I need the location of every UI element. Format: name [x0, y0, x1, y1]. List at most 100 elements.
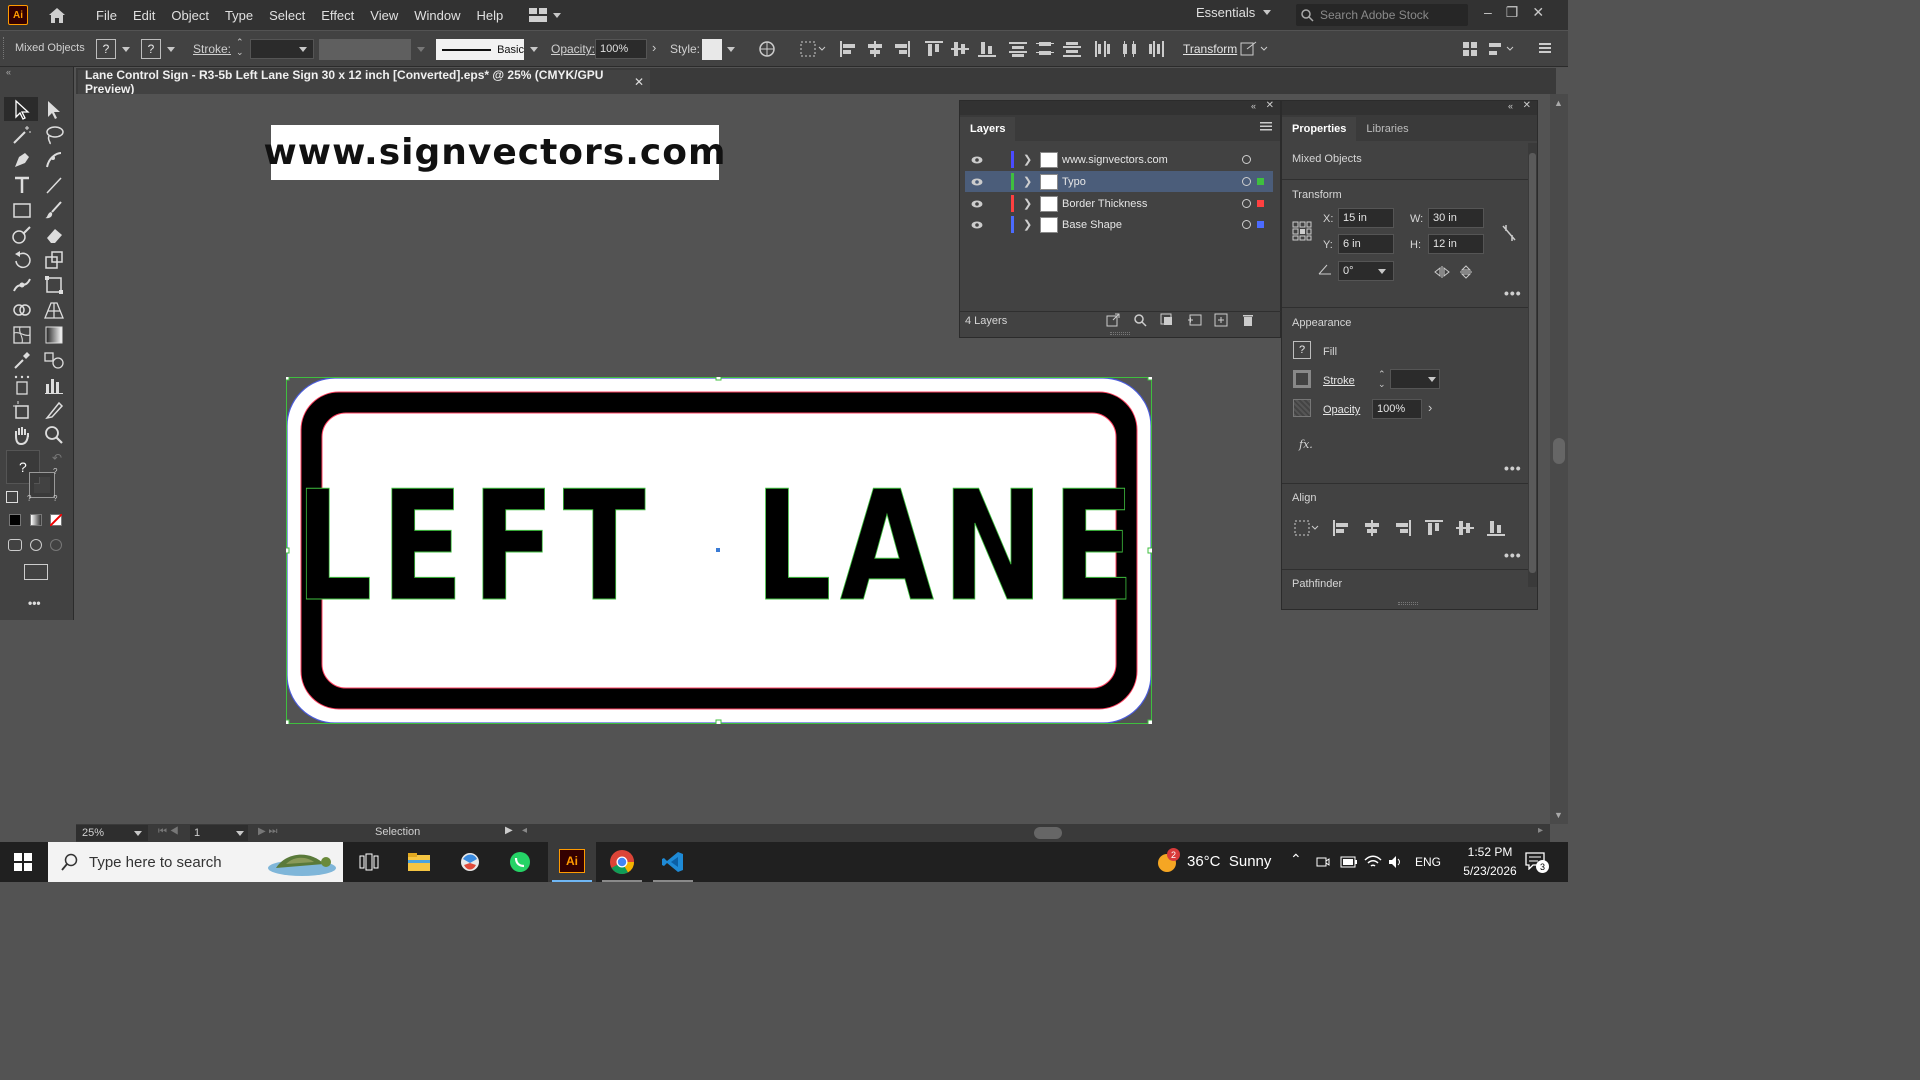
expand-chevron-icon[interactable]: ❯: [1023, 153, 1032, 166]
edit-toolbar-more[interactable]: •••: [28, 596, 41, 610]
align-left-icon[interactable]: [1331, 519, 1351, 537]
resize-grip[interactable]: [1110, 332, 1130, 335]
x-field[interactable]: 15 in: [1338, 208, 1394, 228]
color-mode-icon[interactable]: [9, 514, 21, 526]
vertical-align-top-icon[interactable]: [924, 40, 944, 58]
target-circle-icon[interactable]: [1242, 199, 1251, 208]
visibility-eye-icon[interactable]: [971, 221, 983, 229]
align-top-icon[interactable]: [1424, 519, 1444, 537]
arrange-documents-button[interactable]: [529, 8, 562, 22]
arrange-icon[interactable]: [1462, 41, 1478, 57]
tab-properties[interactable]: Properties: [1282, 117, 1357, 141]
stroke-label[interactable]: Stroke:: [193, 42, 231, 56]
windows-start-icon[interactable]: [14, 853, 32, 871]
y-field[interactable]: 6 in: [1338, 234, 1394, 254]
recolor-artwork-icon[interactable]: [758, 40, 776, 58]
visibility-eye-icon[interactable]: [971, 156, 983, 164]
selection-indicator[interactable]: [1257, 178, 1264, 185]
scroll-right-icon[interactable]: ▸: [1538, 825, 1543, 836]
chevron-down-icon[interactable]: [1378, 269, 1386, 274]
align-bottom-icon[interactable]: [1486, 519, 1506, 537]
collapse-panel-icon[interactable]: «: [1508, 101, 1513, 111]
h-field[interactable]: 12 in: [1428, 234, 1484, 254]
shape-builder-tool-icon[interactable]: [11, 299, 33, 321]
horizontal-align-right-icon[interactable]: [892, 40, 912, 58]
constrain-proportions-icon[interactable]: [1500, 223, 1518, 243]
align-to-icon[interactable]: [1294, 520, 1320, 536]
whatsapp-icon[interactable]: [506, 848, 534, 876]
none-mode-icon[interactable]: [50, 514, 62, 526]
selection-tool-icon[interactable]: [11, 99, 33, 121]
opacity-label[interactable]: Opacity: [1323, 404, 1360, 416]
vertical-scrollbar[interactable]: ▲ ▼: [1550, 94, 1568, 824]
home-icon[interactable]: [46, 4, 68, 26]
horizontal-align-left-icon[interactable]: [838, 40, 858, 58]
sign-artwork[interactable]: LEFT LANE: [286, 377, 1152, 724]
variable-width-profile[interactable]: [319, 39, 411, 60]
layer-row[interactable]: ❯ Border Thickness: [965, 193, 1273, 214]
task-view-icon[interactable]: [355, 848, 383, 876]
scrollbar-thumb[interactable]: [1529, 153, 1536, 573]
workspace-switcher[interactable]: Essentials: [1196, 5, 1272, 20]
panel-menu-icon[interactable]: [1260, 121, 1272, 131]
default-fill-stroke-icon[interactable]: [6, 491, 18, 503]
chevron-down-icon[interactable]: [727, 47, 735, 52]
gradient-mode-icon[interactable]: [30, 514, 42, 526]
close-icon[interactable]: ✕: [1532, 4, 1544, 21]
vertical-align-bottom-icon[interactable]: [977, 40, 997, 58]
close-panel-icon[interactable]: ✕: [1266, 100, 1274, 111]
visibility-eye-icon[interactable]: [971, 178, 983, 186]
draw-behind-icon[interactable]: [30, 539, 42, 551]
document-tab[interactable]: Lane Control Sign - R3-5b Left Lane Sign…: [78, 68, 650, 96]
stroke-stepper[interactable]: ⌃ ⌄: [1378, 369, 1386, 389]
vertical-distribute-bottom-icon[interactable]: [1062, 40, 1082, 58]
eraser-tool-icon[interactable]: [43, 224, 65, 246]
layer-row-selected[interactable]: ❯ Typo: [965, 171, 1273, 192]
chevron-down-icon[interactable]: [236, 831, 244, 836]
collapse-icon[interactable]: «: [6, 67, 11, 77]
draw-normal-icon[interactable]: [8, 539, 22, 551]
eyedropper-tool-icon[interactable]: [11, 349, 33, 371]
vertical-align-center-icon[interactable]: [950, 40, 970, 58]
stroke-swatch[interactable]: ?: [141, 39, 161, 59]
chevron-down-icon[interactable]: [122, 47, 130, 52]
fill-swatch[interactable]: ?: [96, 39, 116, 59]
opacity-field[interactable]: 100%: [1372, 399, 1422, 419]
reference-point-icon[interactable]: [1292, 221, 1312, 241]
menu-help[interactable]: Help: [468, 8, 511, 23]
column-graph-tool-icon[interactable]: [43, 374, 65, 396]
scale-tool-icon[interactable]: [43, 249, 65, 271]
notifications-icon[interactable]: 3: [1525, 852, 1549, 873]
lasso-tool-icon[interactable]: [43, 124, 65, 146]
stroke-stepper[interactable]: ⌃ ⌄: [236, 37, 244, 57]
trash-icon[interactable]: [1241, 313, 1256, 327]
brush-definition[interactable]: Basic: [436, 39, 524, 60]
line-segment-tool-icon[interactable]: [43, 174, 65, 196]
pen-tool-icon[interactable]: [11, 149, 33, 171]
stroke-swatch[interactable]: [1293, 370, 1311, 388]
meet-now-icon[interactable]: [1316, 855, 1330, 869]
volume-icon[interactable]: [1388, 855, 1404, 869]
fill-swatch[interactable]: ?: [1293, 341, 1311, 359]
isolate-selected-icon[interactable]: [1240, 40, 1270, 58]
watermark-text[interactable]: www.signvectors.com: [264, 125, 725, 180]
chevron-right-icon[interactable]: ›: [1428, 400, 1432, 415]
flip-horizontal-icon[interactable]: [1434, 265, 1450, 279]
clock-time[interactable]: 1:52 PM: [1459, 845, 1521, 859]
more-options-icon[interactable]: •••: [1504, 547, 1522, 563]
menu-object[interactable]: Object: [163, 8, 217, 23]
symbol-sprayer-tool-icon[interactable]: [11, 374, 33, 396]
menu-window[interactable]: Window: [406, 8, 468, 23]
slice-tool-icon[interactable]: [43, 399, 65, 421]
stroke-swatch-large[interactable]: [29, 472, 55, 498]
vertical-distribute-center-icon[interactable]: [1035, 40, 1055, 58]
horizontal-scroll-thumb[interactable]: [1034, 827, 1062, 839]
scrollbar[interactable]: [1528, 143, 1537, 587]
perspective-grid-tool-icon[interactable]: [43, 299, 65, 321]
horizontal-distribute-center-icon[interactable]: [1120, 40, 1140, 58]
artboard-tool-icon[interactable]: [11, 399, 33, 421]
chevron-down-icon[interactable]: [299, 47, 307, 52]
vscode-icon[interactable]: [653, 848, 693, 882]
flip-vertical-icon[interactable]: [1459, 265, 1473, 279]
scroll-left-icon[interactable]: ◂: [522, 825, 527, 836]
